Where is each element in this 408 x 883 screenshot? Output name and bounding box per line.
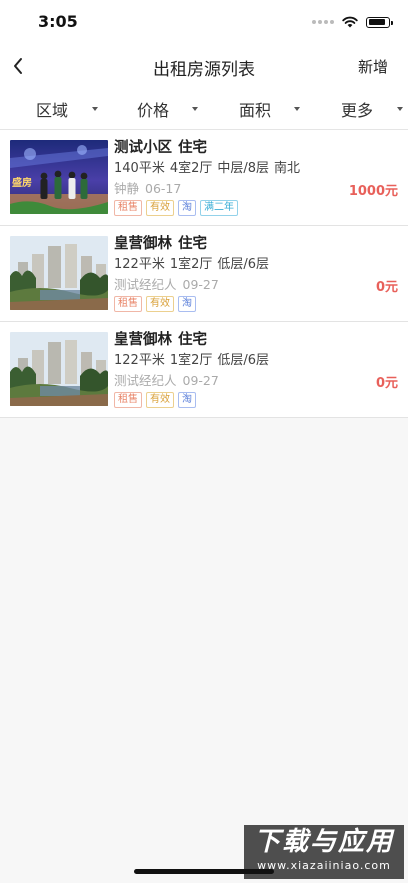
listing-date: 09-27 xyxy=(182,277,219,292)
page-title: 出租房源列表 xyxy=(153,60,255,80)
listing-details: 140平米 4室2厅 中层/8层 南北 xyxy=(114,159,398,179)
tag-group: 租售 有效 淘 xyxy=(114,296,398,312)
filter-label: 区域 xyxy=(36,101,69,120)
listing-price: 1000元 xyxy=(348,184,398,199)
caret-down-icon xyxy=(192,107,199,111)
tag-badge: 租售 xyxy=(114,296,142,312)
tag-badge: 有效 xyxy=(146,296,174,312)
tag-group: 租售 有效 淘 xyxy=(114,392,398,408)
filter-price-dropdown[interactable]: 价格 xyxy=(137,88,199,130)
listing-price: 0元 xyxy=(375,376,398,391)
property-type: 住宅 xyxy=(178,332,207,348)
filter-bar: 区域 价格 面积 更多 xyxy=(0,88,408,130)
listing-title: 皇营御林 住宅 xyxy=(114,234,398,255)
agent-name: 测试经纪人 xyxy=(114,277,177,292)
caret-down-icon xyxy=(294,107,301,111)
listing-details: 122平米 1室2厅 低层/6层 xyxy=(114,351,398,371)
listing-orientation: 南北 xyxy=(274,161,301,176)
listing-meta: 测试经纪人 09-27 xyxy=(114,275,398,295)
filter-label: 价格 xyxy=(137,101,170,120)
tag-badge: 有效 xyxy=(146,392,174,408)
tag-badge: 淘 xyxy=(178,296,196,312)
listing-info: 皇营御林 住宅 122平米 1室2厅 低层/6层 测试经纪人 09-27 租售 有效 淘 xyxy=(114,330,398,408)
agent-name: 钟静 xyxy=(114,181,140,196)
nav-bar: 出租房源列表 新增 xyxy=(0,44,408,88)
tag-badge: 淘 xyxy=(178,200,196,216)
listing-photo xyxy=(10,236,108,310)
listing-layout: 1室2厅 xyxy=(169,257,213,272)
watermark-logo-text: 下载与应用 xyxy=(253,827,394,857)
filter-size-dropdown[interactable]: 面积 xyxy=(239,88,301,130)
community-name: 皇营御林 xyxy=(114,236,172,252)
listing-title: 皇营御林 住宅 xyxy=(114,330,398,351)
listing-layout: 4室2厅 xyxy=(169,161,213,176)
photo-banner-text: 盛房 xyxy=(12,176,32,189)
listing-photo xyxy=(10,332,108,406)
property-type: 住宅 xyxy=(178,236,207,252)
filter-more-dropdown[interactable]: 更多 xyxy=(341,88,404,130)
listing-area: 122平米 xyxy=(114,257,165,272)
listing-date: 06-17 xyxy=(145,181,182,196)
status-time: 3:05 xyxy=(38,12,78,31)
tag-group: 租售 有效 淘 满二年 xyxy=(114,200,398,216)
listing-details: 122平米 1室2厅 低层/6层 xyxy=(114,255,398,275)
filter-area-dropdown[interactable]: 区域 xyxy=(36,88,99,130)
wifi-icon xyxy=(342,16,358,28)
community-name: 皇营御林 xyxy=(114,332,172,348)
signal-icon xyxy=(312,20,334,24)
property-type: 住宅 xyxy=(178,140,207,156)
listing-date: 09-27 xyxy=(182,373,219,388)
tag-badge: 租售 xyxy=(114,392,142,408)
status-icons xyxy=(312,14,393,30)
community-name: 测试小区 xyxy=(114,140,172,156)
add-button[interactable]: 新增 xyxy=(358,56,388,77)
listing-card[interactable]: 盛房 测试小区住宅 140平米 4室2厅中层/8层南北 钟静 06-17 xyxy=(0,130,408,226)
caret-down-icon xyxy=(92,107,99,111)
listing-layout: 1室2厅 xyxy=(169,353,213,368)
tag-badge: 淘 xyxy=(178,392,196,408)
listing-floor: 中层/8层 xyxy=(217,161,270,176)
listing-info: 测试小区 住宅 140平米 4室2厅 中层/8层 南北 钟静 06-17 租售 有效 淘 … xyxy=(114,138,398,216)
tag-badge: 有效 xyxy=(146,200,174,216)
status-bar: 3:05 xyxy=(0,0,408,44)
listing-list: 盛房 测试小区住宅 140平米4室2厅中层/8层南北 钟静06-17 xyxy=(0,130,408,418)
listing-floor: 低层/6层 xyxy=(217,353,270,368)
listing-meta: 测试经纪人 09-27 xyxy=(114,371,398,391)
listing-floor: 低层/6层 xyxy=(217,257,270,272)
listing-photo: 盛房 xyxy=(10,140,108,214)
filter-label: 更多 xyxy=(341,101,374,120)
tag-badge: 满二年 xyxy=(200,200,238,216)
tag-badge: 租售 xyxy=(114,200,142,216)
listing-info: 皇营御林 住宅 122平米 1室2厅 低层/6层 测试经纪人 09-27 租售 有效 淘 xyxy=(114,234,398,312)
listing-title: 测试小区 住宅 xyxy=(114,138,398,159)
filter-label: 面积 xyxy=(239,101,272,120)
battery-icon xyxy=(366,16,393,28)
listing-card[interactable]: 皇营御林 住宅 122平米 1室2厅 低层/6层 测试经纪人 09-27 租售 有效 淘… xyxy=(0,226,408,322)
listing-area: 140平米 xyxy=(114,161,165,176)
listing-area: 122平米 xyxy=(114,353,165,368)
listing-price: 0元 xyxy=(375,280,398,295)
listing-card[interactable]: 皇营御林 住宅 122平米 1室2厅 低层/6层 测试经纪人 09-27 租售 有效 淘… xyxy=(0,322,408,418)
caret-down-icon xyxy=(397,107,404,111)
home-indicator[interactable] xyxy=(134,869,274,874)
agent-name: 测试经纪人 xyxy=(114,373,177,388)
